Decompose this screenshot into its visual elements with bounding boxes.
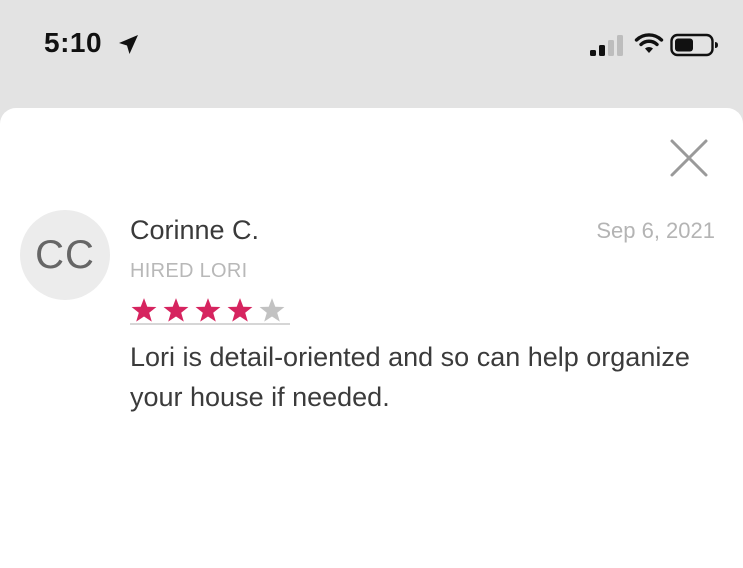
review-text: Lori is detail-oriented and so can help … [130,342,690,412]
reviewer-name: Corinne C. [130,215,260,245]
wifi-icon [634,33,664,53]
hired-label: HIRED LORI [130,260,248,282]
star-rating [130,297,290,325]
status-bar: 5:10 [0,0,743,92]
status-time: 5:10 [44,27,103,58]
review-sheet: CC Corinne C. Sep 6, 2021 HIRED LORI Lor… [0,108,743,568]
cellular-signal-icon [590,35,623,56]
star-empty-icon [259,298,285,322]
star-filled-icon [227,298,253,322]
avatar: CC [20,210,110,300]
review-date: Sep 6, 2021 [596,218,715,243]
close-icon[interactable] [669,138,709,178]
star-filled-icon [195,298,221,322]
battery-icon [670,33,718,57]
star-filled-icon [163,298,189,322]
location-arrow-icon [119,35,138,54]
star-filled-icon [131,298,157,322]
avatar-initials: CC [35,232,95,277]
